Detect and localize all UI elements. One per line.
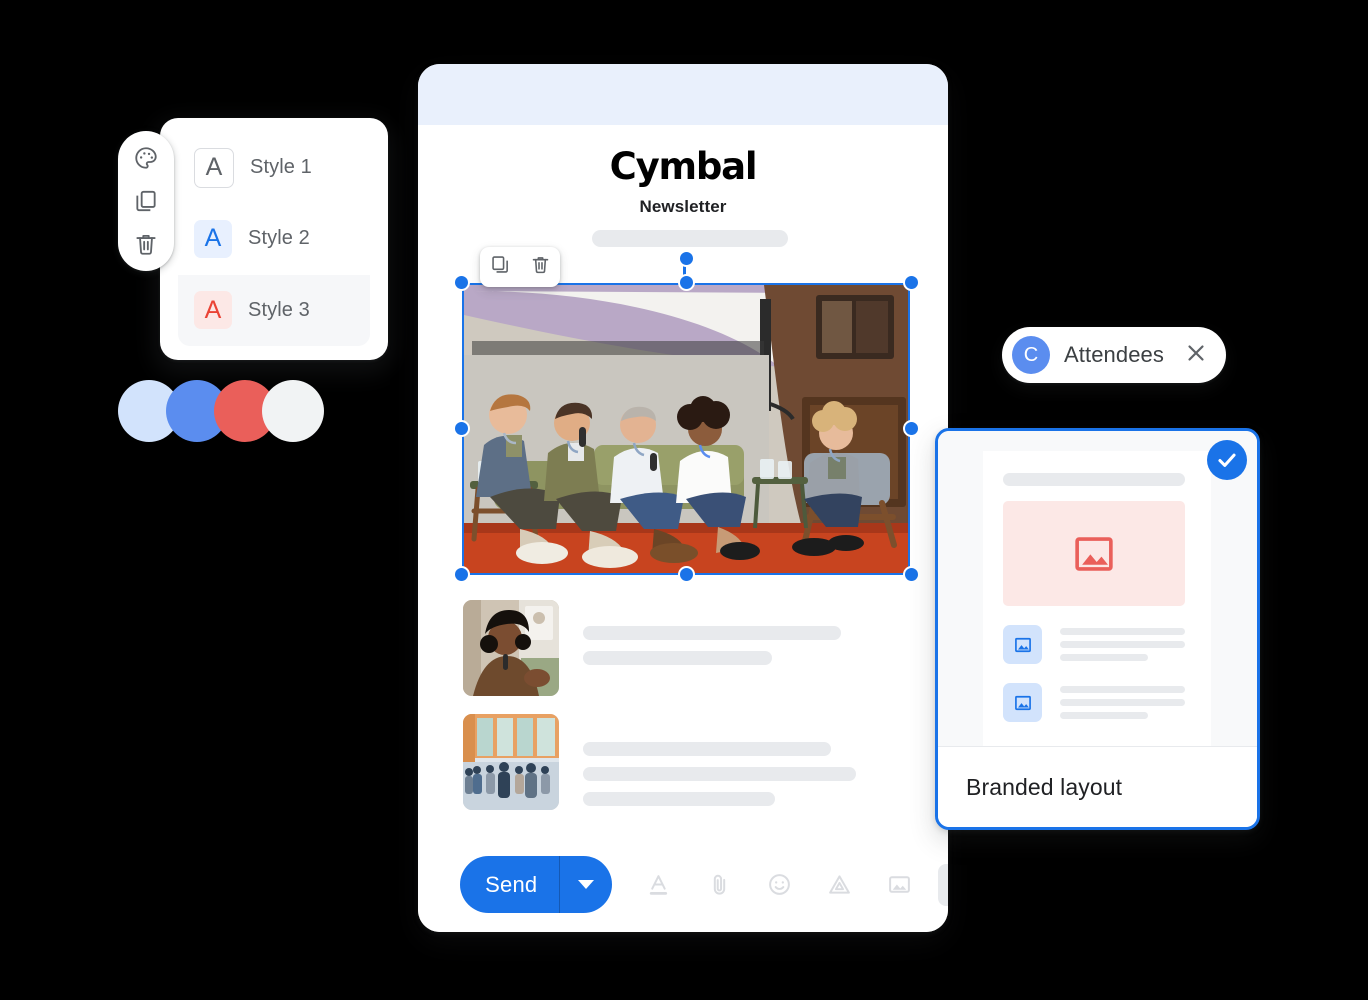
close-icon[interactable] (1178, 341, 1208, 370)
send-options-caret[interactable] (560, 880, 612, 889)
selection-handle-bottom-center[interactable] (678, 566, 695, 583)
selection-handle-bottom-left[interactable] (453, 566, 470, 583)
selection-handle-middle-right[interactable] (903, 420, 920, 437)
article-text-placeholder (583, 742, 856, 817)
brand-logo: Cymbal (609, 145, 758, 188)
layout-selected-check-badge[interactable] (1207, 440, 1247, 480)
insert-photo-icon[interactable] (878, 864, 920, 906)
article-thumbnail[interactable] (463, 600, 559, 696)
selection-handle-top-right[interactable] (903, 274, 920, 291)
attendees-chip[interactable]: C Attendees (1002, 327, 1226, 383)
selection-handle-top-stem[interactable] (678, 250, 695, 267)
article-text-placeholder (583, 626, 841, 676)
branded-layout-card[interactable]: Branded layout (935, 428, 1260, 830)
duplicate-icon[interactable] (133, 188, 159, 214)
image-icon (1014, 695, 1031, 710)
image-float-toolbar (480, 247, 560, 287)
element-tool-pill (118, 131, 174, 271)
style-option-label: Style 2 (248, 227, 310, 250)
emoji-icon[interactable] (758, 864, 800, 906)
palette-icon[interactable] (133, 145, 159, 171)
style-option-label: Style 1 (250, 156, 312, 179)
selection-handle-top-left[interactable] (453, 274, 470, 291)
layout-preview-sheet (983, 451, 1211, 747)
drive-icon[interactable] (818, 864, 860, 906)
layout-row-thumb (1003, 625, 1042, 664)
selection-handle-top-center[interactable] (678, 274, 695, 291)
style-swatch-icon: A (194, 147, 234, 188)
layout-list-row (1003, 683, 1185, 722)
hero-image[interactable] (462, 283, 910, 575)
style-swatch-icon: A (194, 219, 232, 258)
duplicate-icon[interactable] (490, 254, 511, 280)
style-option-1[interactable]: A Style 1 (178, 132, 370, 203)
layout-title-placeholder (1003, 473, 1185, 486)
newsletter-branding: Cymbal Newsletter (418, 148, 948, 217)
hero-image-selection[interactable] (453, 247, 920, 583)
style-menu: A Style 1 A Style 2 A Style 3 (178, 132, 370, 346)
selection-handle-middle-left[interactable] (453, 420, 470, 437)
send-button-label: Send (485, 871, 538, 897)
compose-toolbar-icons (638, 856, 948, 913)
style-swatch-icon: A (194, 291, 232, 330)
style-picker-group: A Style 1 A Style 2 A Style 3 (118, 118, 388, 388)
selection-handle-bottom-right[interactable] (903, 566, 920, 583)
subject-placeholder-bar (592, 230, 788, 247)
layout-hero-placeholder (1003, 501, 1185, 606)
image-icon (1075, 536, 1113, 571)
layout-row-thumb (1003, 683, 1042, 722)
style-option-label: Style 3 (248, 298, 310, 321)
layout-preview (938, 431, 1257, 747)
style-option-3[interactable]: A Style 3 (178, 274, 370, 346)
layout-icon[interactable] (938, 863, 948, 906)
email-compose-card: Cymbal Newsletter Send (418, 64, 948, 932)
brand-subtitle: Newsletter (639, 197, 727, 216)
avatar: C (1012, 336, 1050, 374)
card-header-band (418, 64, 948, 125)
article-row[interactable] (463, 714, 856, 810)
check-icon (1218, 453, 1236, 467)
delete-icon[interactable] (530, 254, 551, 280)
text-format-icon[interactable] (638, 864, 680, 906)
color-swatch-off-white[interactable] (262, 380, 324, 442)
article-thumbnail[interactable] (463, 714, 559, 810)
send-button[interactable]: Send (460, 856, 612, 913)
image-icon (1014, 637, 1031, 652)
layout-list-row (1003, 625, 1185, 664)
style-option-2[interactable]: A Style 2 (178, 203, 370, 274)
delete-icon[interactable] (133, 231, 159, 257)
layout-card-name: Branded layout (966, 773, 1123, 800)
compose-toolbar: Send (418, 836, 948, 932)
article-row[interactable] (463, 600, 841, 696)
attach-icon[interactable] (698, 864, 740, 906)
layout-card-footer: Branded layout (938, 746, 1257, 827)
attendees-chip-label: Attendees (1064, 342, 1164, 367)
